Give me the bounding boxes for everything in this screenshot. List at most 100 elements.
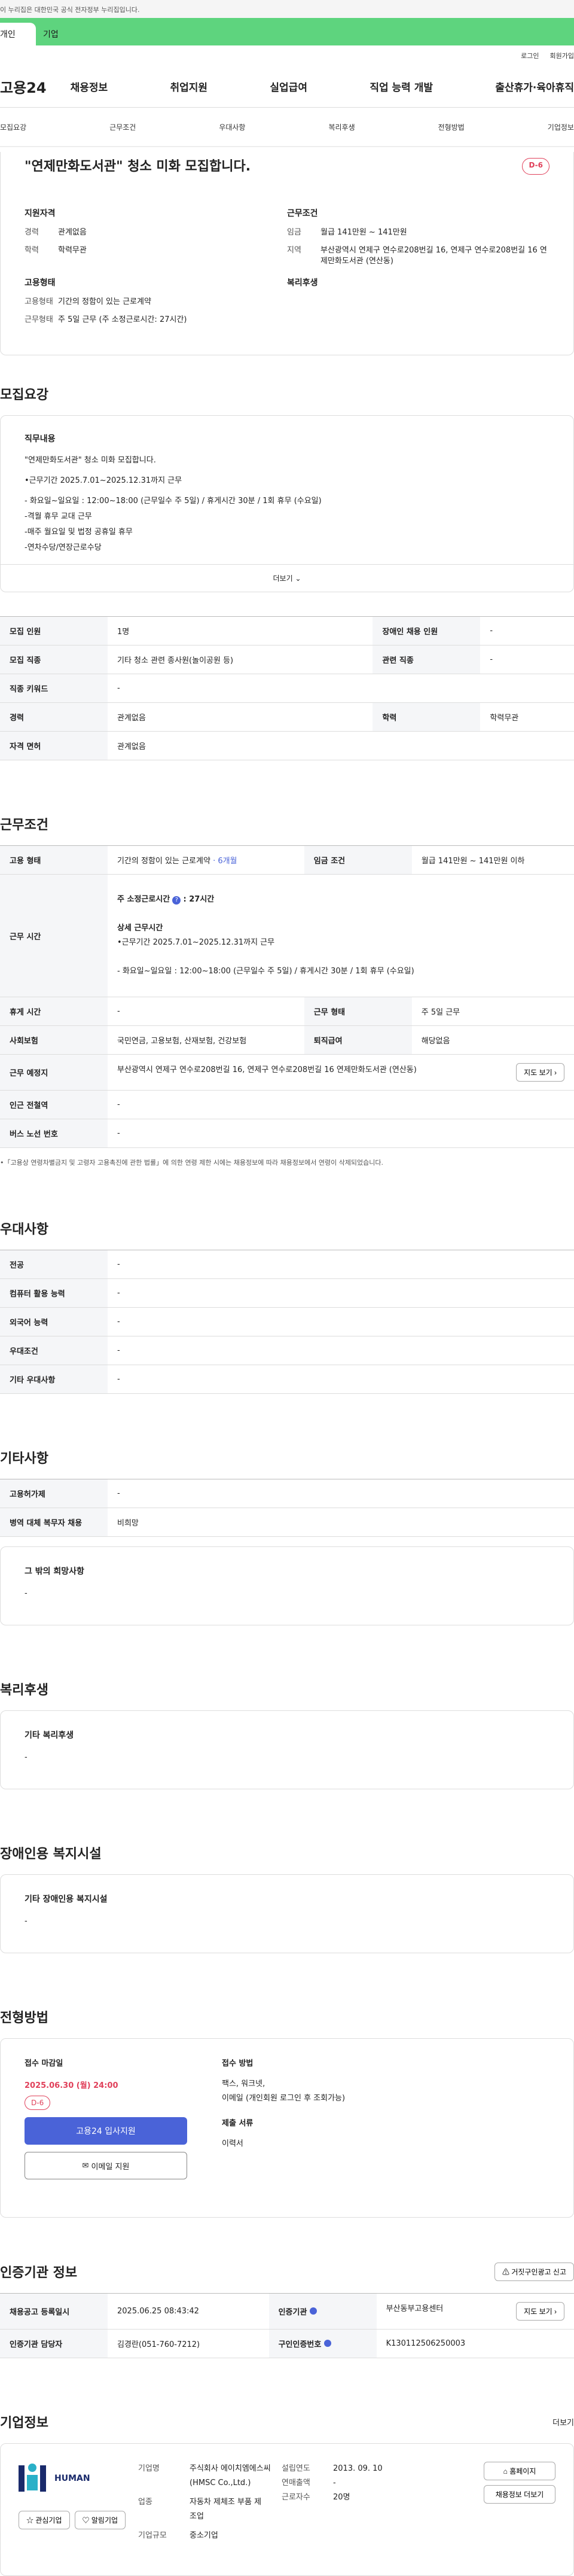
table-row: 사회보험 국민연금, 고용보험, 산재보험, 건강보험 퇴직급여 해당없음 <box>0 1025 574 1055</box>
wage-label: 임금 <box>287 228 301 237</box>
cell: 기타 청소 관련 종사원(놀이공원 등) <box>108 645 373 674</box>
info-icon[interactable] <box>309 2307 317 2315</box>
alarm-label: 알림기업 <box>91 2516 118 2525</box>
map-button[interactable]: 지도 보기 › <box>516 1063 564 1082</box>
table-row: 휴게 시간 - 근무 형태 주 5일 근무 <box>0 997 574 1026</box>
global-nav: 고용24 채용정보 취업지원 실업급여 직업 능력 개발 출산휴가·육아휴직 <box>0 66 574 108</box>
apply-button[interactable]: 고용24 입사지원 <box>25 2117 187 2145</box>
cell-head: 사회보험 <box>0 1025 108 1055</box>
site-logo[interactable]: 고용24 <box>0 76 47 97</box>
table-row: 우대조건 - <box>0 1336 574 1365</box>
info-icon[interactable]: ? <box>172 896 181 905</box>
other-jobs-button[interactable]: 채용정보 더보기 <box>484 2485 555 2504</box>
cell-head: 근무 예정지 <box>0 1054 108 1091</box>
info-icon[interactable] <box>323 2340 331 2347</box>
cell-head: 병역 대체 복무자 채용 <box>0 1508 108 1537</box>
map-label: 지도 보기 <box>524 1068 552 1077</box>
fav-company-button[interactable]: ☆ 관심기업 <box>19 2511 70 2529</box>
subnav-company[interactable]: 기업정보 <box>548 122 574 132</box>
recruit-line: "연제만화도서관" 청소 미화 모집합니다. <box>25 456 156 465</box>
employ-type-label: 고용형태 <box>25 297 53 306</box>
subnav-selection[interactable]: 전형방법 <box>438 122 465 132</box>
homepage-button[interactable]: ⌂ 홈페이지 <box>484 2462 555 2480</box>
more-button[interactable]: 더보기 ⌄ <box>1 564 573 592</box>
staff-label: 근로자수 <box>282 2493 310 2502</box>
agency-table: 채용공고 등록일시 2025.06.25 08:43:42 인증기관 부산동부고용센… <box>0 2293 574 2358</box>
signup-link[interactable]: 회원가입 <box>550 51 574 60</box>
cell: - <box>108 1307 574 1336</box>
method-line: 팩스, 워크넷, <box>222 2079 265 2088</box>
work-section-title: 근무조건 <box>0 818 48 833</box>
cell-head: 자격 면허 <box>0 731 108 760</box>
cell: 1명 <box>108 616 373 645</box>
subnav-welfare[interactable]: 복리후생 <box>328 122 355 132</box>
cell-head: 모집 인원 <box>0 616 108 645</box>
report-label: 거짓구인광고 신고 <box>511 2267 566 2276</box>
table-row: 고용 형태 기간의 정함이 있는 근로계약 · 6개월 임금 조건 월급 141만원 … <box>0 845 574 875</box>
method-label: 접수 방법 <box>222 2059 254 2068</box>
cell: 주 소정근로시간 ? : 27시간 상세 근무시간 •근무기간 2025.7.0… <box>108 874 574 997</box>
report-button[interactable]: ⚠ 거짓구인광고 신고 <box>494 2262 574 2281</box>
utility-bar: 로그인 회원가입 <box>0 45 574 66</box>
cell: 부산동부고용센터 지도 보기 › <box>376 2293 574 2330</box>
staff-value: 20명 <box>333 2493 350 2502</box>
wage-value: 월급 141만원 ~ 141만원 <box>320 228 407 237</box>
table-row: 근무 시간 주 소정근로시간 ? : 27시간 상세 근무시간 •근무기간 20… <box>0 874 574 997</box>
dday-badge: D-6 <box>25 2096 51 2110</box>
company-section-title: 기업정보 <box>0 2416 48 2431</box>
gnb-leave[interactable]: 출산휴가·육아휴직 <box>495 79 574 94</box>
cell-head: 모집 직종 <box>0 645 108 674</box>
cell-head: 고용 형태 <box>0 845 108 875</box>
login-link[interactable]: 로그인 <box>521 51 539 60</box>
deadline-value: 2025.06.30 (월) 24:00 <box>25 2081 118 2090</box>
table-row: 경력 관계없음 학력 학력무관 <box>0 702 574 732</box>
method-line: 이메일 (개인회원 로그인 후 조회가능) <box>222 2094 346 2103</box>
career-label: 경력 <box>25 228 39 237</box>
edu-label: 학력 <box>25 246 39 255</box>
gnb-training[interactable]: 직업 능력 개발 <box>370 79 433 94</box>
summary-card: "연제만화도서관" 청소 미화 모집합니다. D-6 지원자격 경력 관계없음 학… <box>0 152 574 355</box>
tab-individual[interactable]: 개인 <box>0 23 36 45</box>
etc-section-title: 기타사항 <box>0 1451 48 1466</box>
cell-head: 퇴직급여 <box>304 1025 412 1055</box>
alarm-company-button[interactable]: ♡ 알림기업 <box>74 2511 126 2529</box>
company-name: 주식회사 에이치엠에스씨 (HMSC Co.,Ltd.) <box>190 2464 271 2487</box>
job-content-heading: 직무내용 <box>25 434 56 444</box>
size-label: 기업규모 <box>138 2531 167 2540</box>
recruit-section-title: 모집요강 <box>0 388 48 403</box>
dday-badge: D-6 <box>522 158 549 175</box>
employ-heading: 고용형태 <box>25 278 56 288</box>
company-more-link[interactable]: 더보기 <box>552 2416 574 2428</box>
cell-head: 기타 우대사항 <box>0 1365 108 1394</box>
hours-line: - 화요일~일요일 : 12:00~18:00 (근무일수 주 5일) / 휴게… <box>117 967 414 976</box>
recruit-line: -격월 휴무 교대 근무 <box>25 512 92 521</box>
subnav-recruit[interactable]: 모집요강 <box>0 122 26 132</box>
warning-icon: ⚠ <box>502 2267 512 2276</box>
subnav-conditions[interactable]: 근무조건 <box>109 122 136 132</box>
cell: - <box>108 997 304 1026</box>
gnb-jobs[interactable]: 채용정보 <box>71 79 108 94</box>
selection-card: 접수 마감일 2025.06.30 (월) 24:00 D-6 고용24 입사지… <box>0 2038 574 2218</box>
recruit-line: -매주 월요일 및 법정 공휴일 휴무 <box>25 528 133 537</box>
cell: 월급 141만원 ~ 141만원 이하 <box>411 845 574 875</box>
prefer-section-title: 우대사항 <box>0 1222 48 1237</box>
audience-tabs: 개인 기업 <box>0 18 574 45</box>
email-apply-button[interactable]: ✉ 이메일 지원 <box>25 2152 187 2179</box>
cell: - <box>108 1479 574 1508</box>
cell-head: 근무 시간 <box>0 874 108 997</box>
recruit-line: -연차수당/연장근로수당 <box>25 543 102 552</box>
subnav-preference[interactable]: 우대사항 <box>219 122 245 132</box>
company-logo-text: HUMAN <box>54 2474 90 2483</box>
other-wish-card: 그 밖의 희망사항 - <box>0 1546 574 1625</box>
cell: 부산광역시 연제구 연수로208번길 16, 연제구 연수로208번길 16 연… <box>108 1054 574 1091</box>
gnb-employment-support[interactable]: 취업지원 <box>170 79 207 94</box>
fav-label: 관심기업 <box>35 2516 62 2525</box>
gnb-unemployment[interactable]: 실업급여 <box>270 79 307 94</box>
cell-head: 구인인증번호 <box>268 2329 377 2358</box>
agency-value: 부산동부고용센터 <box>386 2304 444 2313</box>
cell-head: 인증기관 담당자 <box>0 2329 108 2358</box>
agency-map-button[interactable]: 지도 보기 › <box>516 2302 564 2321</box>
other-wish-title: 그 밖의 희망사항 <box>25 1567 84 1576</box>
tab-company[interactable]: 기업 <box>36 23 108 45</box>
table-row: 인근 전철역 - <box>0 1090 574 1119</box>
